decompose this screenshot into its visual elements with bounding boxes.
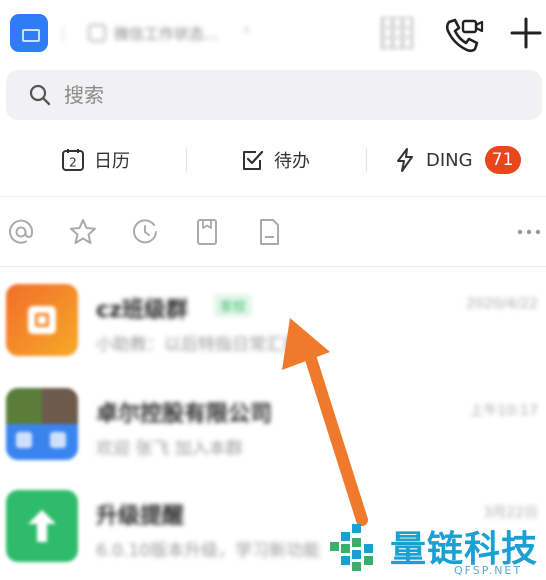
- calendar-button[interactable]: 2 日历: [60, 142, 130, 178]
- calendar-label: 日历: [94, 151, 130, 172]
- clock-icon[interactable]: [130, 217, 160, 247]
- filter-bar: [0, 205, 546, 261]
- calendar-icon-number: 2: [69, 156, 77, 170]
- chevron-right-icon: ›: [244, 22, 250, 38]
- phone-video-call-icon[interactable]: [442, 15, 484, 53]
- avatar: [6, 388, 78, 460]
- more-icon[interactable]: [514, 217, 544, 247]
- todo-button[interactable]: 待办: [240, 142, 310, 178]
- chat-preview: 小助教：以后特指日常汇报: [96, 335, 300, 355]
- ding-label: DING: [426, 149, 473, 171]
- at-icon[interactable]: [6, 217, 36, 247]
- section-divider: [0, 266, 546, 267]
- org-icon: [88, 24, 106, 42]
- header-divider: [62, 26, 64, 42]
- chat-title: cz班级群: [96, 298, 188, 323]
- avatar: [6, 490, 78, 562]
- document-icon[interactable]: [254, 217, 284, 247]
- chat-preview: 6.0.10版本升级，学习新功能: [96, 541, 321, 561]
- lightning-icon: [397, 148, 413, 172]
- avatar: [6, 284, 78, 356]
- watermark: 量链科技 QFSP.NET: [322, 518, 546, 580]
- org-switcher[interactable]: 微信工作状态... ›: [62, 20, 272, 46]
- search-icon: [29, 84, 51, 106]
- qr-code-icon[interactable]: [380, 16, 414, 50]
- chat-list-item[interactable]: cz班级群 家校 小助教：以后特指日常汇报 2020/4/22: [0, 278, 546, 382]
- org-name: 微信工作状态...: [114, 25, 219, 43]
- chat-title: 卓尔控股有限公司: [96, 402, 273, 427]
- chat-title: 升级提醒: [96, 504, 185, 529]
- watermark-logo: [330, 524, 373, 571]
- chat-time: 2020/4/22: [466, 296, 538, 312]
- todo-label: 待办: [274, 151, 310, 172]
- search-input[interactable]: [64, 81, 464, 109]
- chat-preview: 欢迎 张飞 加入本群: [96, 439, 243, 459]
- header-bar: 微信工作状态... ›: [0, 0, 546, 68]
- quick-actions-bar: 2 日历 待办 DING 71: [0, 128, 546, 194]
- chat-list-item[interactable]: 卓尔控股有限公司 欢迎 张飞 加入本群 上午10:17: [0, 382, 546, 486]
- quick-actions-divider: [186, 148, 187, 172]
- star-icon[interactable]: [68, 217, 98, 247]
- ding-count-badge: 71: [484, 146, 521, 174]
- chat-time: 上午10:17: [469, 403, 538, 419]
- chat-tag: 家校: [214, 294, 253, 317]
- quick-actions-divider: [366, 148, 367, 172]
- todo-checkbox-icon: [243, 150, 264, 170]
- calendar-icon: 2: [62, 149, 84, 171]
- watermark-subtext: QFSP.NET: [454, 564, 523, 577]
- section-divider: [0, 196, 546, 197]
- search-bar[interactable]: [6, 70, 542, 120]
- ding-button[interactable]: DING 71: [392, 142, 521, 178]
- plus-icon[interactable]: [508, 15, 544, 51]
- bookmark-icon[interactable]: [192, 217, 222, 247]
- app-logo[interactable]: [10, 14, 48, 52]
